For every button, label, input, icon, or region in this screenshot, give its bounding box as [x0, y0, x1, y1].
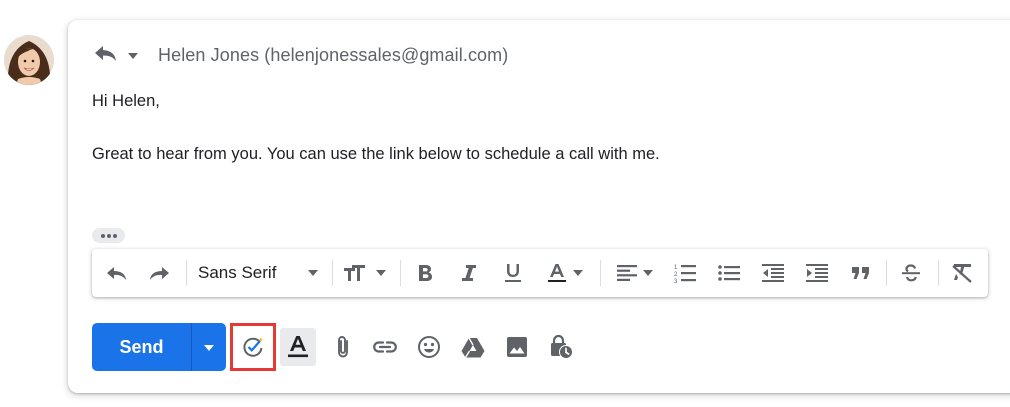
- bold-icon: [417, 264, 433, 282]
- underline-button[interactable]: [496, 249, 530, 297]
- toolbar-separator: [938, 260, 939, 286]
- confidential-mode-button[interactable]: [542, 323, 580, 371]
- greeting-text[interactable]: Hi Helen,: [92, 92, 160, 111]
- quote-button[interactable]: [844, 249, 878, 297]
- scheduling-button[interactable]: [230, 323, 276, 371]
- remove-formatting-icon: [951, 263, 973, 283]
- chevron-down-icon: [204, 338, 214, 356]
- text-color-button[interactable]: [538, 249, 592, 297]
- chevron-down-icon: [128, 46, 138, 64]
- text-color-icon: [547, 263, 567, 283]
- send-button-group: Send: [92, 323, 226, 371]
- font-select[interactable]: Sans Serif: [192, 249, 330, 297]
- toolbar-separator: [886, 260, 887, 286]
- redo-button[interactable]: [142, 249, 176, 297]
- attach-button[interactable]: [324, 323, 362, 371]
- bulleted-list-button[interactable]: [712, 249, 746, 297]
- bold-button[interactable]: [408, 249, 442, 297]
- reply-type-button[interactable]: [92, 40, 144, 70]
- toolbar-separator: [600, 260, 601, 286]
- chevron-down-icon: [308, 270, 318, 276]
- show-trimmed-content-button[interactable]: [92, 228, 125, 243]
- recipients-text[interactable]: Helen Jones (helenjonessales@gmail.com): [158, 45, 508, 66]
- scheduling-icon: [242, 336, 264, 358]
- undo-button[interactable]: [100, 249, 134, 297]
- indent-more-icon: [806, 264, 828, 282]
- remove-formatting-button[interactable]: [944, 249, 980, 297]
- reply-icon: [92, 43, 118, 68]
- align-icon: [617, 265, 637, 281]
- insert-link-button[interactable]: [366, 323, 404, 371]
- underline-icon: [504, 263, 522, 283]
- undo-icon: [105, 265, 129, 281]
- bulleted-list-icon: [718, 264, 740, 282]
- emoji-icon: [417, 335, 441, 359]
- avatar: [4, 35, 54, 85]
- chevron-down-icon: [643, 270, 653, 276]
- strikethrough-icon: [901, 264, 921, 282]
- insert-photo-button[interactable]: [498, 323, 536, 371]
- align-button[interactable]: [608, 249, 662, 297]
- confidential-mode-icon: [548, 334, 574, 360]
- font-size-button[interactable]: [340, 249, 390, 297]
- toolbar-separator: [186, 260, 187, 286]
- chevron-down-icon: [376, 270, 386, 276]
- svg-text:2: 2: [674, 272, 678, 278]
- send-button[interactable]: Send: [92, 323, 191, 371]
- recipient-row: Helen Jones (helenjonessales@gmail.com): [92, 40, 508, 70]
- chevron-down-icon: [573, 270, 583, 276]
- font-name: Sans Serif: [198, 263, 277, 282]
- attach-icon: [336, 335, 350, 359]
- link-icon: [372, 340, 398, 354]
- more-send-options-button[interactable]: [192, 323, 226, 371]
- indent-less-button[interactable]: [756, 249, 790, 297]
- svg-text:3: 3: [674, 279, 678, 283]
- quote-icon: [851, 266, 871, 280]
- font-size-icon: [344, 264, 372, 282]
- photo-icon: [506, 336, 528, 358]
- drive-icon: [461, 337, 485, 358]
- redo-icon: [147, 265, 171, 281]
- italic-button[interactable]: [452, 249, 486, 297]
- formatting-options-icon: [287, 335, 309, 359]
- insert-emoji-button[interactable]: [410, 323, 448, 371]
- svg-text:1: 1: [674, 265, 678, 271]
- indent-more-button[interactable]: [800, 249, 834, 297]
- numbered-list-button[interactable]: 123: [668, 249, 702, 297]
- toolbar-separator: [400, 260, 401, 286]
- italic-icon: [462, 264, 476, 282]
- indent-less-icon: [762, 264, 784, 282]
- numbered-list-icon: 123: [674, 263, 696, 283]
- formatting-toolbar: Sans Serif 1 2 3: [92, 249, 988, 297]
- strikethrough-button[interactable]: [894, 249, 928, 297]
- insert-drive-button[interactable]: [454, 323, 492, 371]
- toolbar-separator: [332, 260, 333, 286]
- body-text[interactable]: Great to hear from you. You can use the …: [92, 145, 660, 164]
- formatting-options-button[interactable]: [280, 328, 316, 366]
